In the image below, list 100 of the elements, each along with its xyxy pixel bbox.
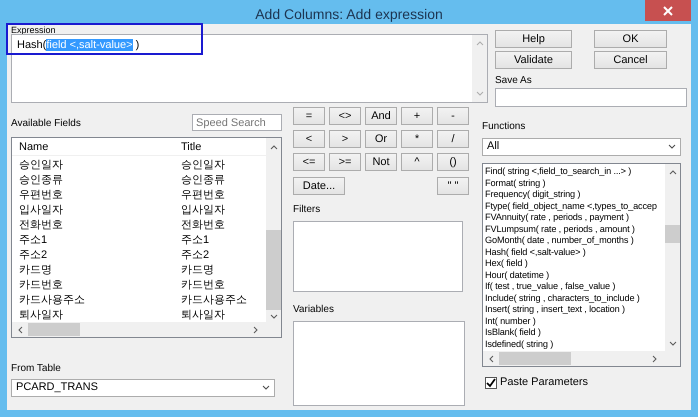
checkmark-icon bbox=[486, 378, 496, 388]
operator-button[interactable]: = bbox=[293, 107, 325, 125]
operator-button[interactable]: + bbox=[401, 107, 433, 125]
operator-button[interactable]: / bbox=[437, 130, 469, 148]
scrollbar-thumb[interactable] bbox=[28, 323, 80, 336]
operator-button[interactable]: * bbox=[401, 130, 433, 148]
up-chevron-icon bbox=[668, 169, 676, 175]
table-cell-text: 주소2 bbox=[18, 248, 48, 263]
dialog-button[interactable]: OK bbox=[594, 30, 667, 48]
scrollbar-thumb[interactable] bbox=[266, 230, 281, 310]
close-button[interactable] bbox=[645, 0, 691, 21]
function-item[interactable]: Ftype( field_object_name <,types_to_accep bbox=[485, 200, 657, 212]
operator-button[interactable]: >= bbox=[329, 153, 361, 171]
table-cell-text: 주소2 bbox=[180, 248, 210, 263]
operator-button[interactable]: < bbox=[293, 130, 325, 148]
functions-label: Functions bbox=[482, 121, 526, 133]
expression-editor[interactable]: Hash(field <,salt-value> ) bbox=[11, 34, 488, 103]
scrollbar-thumb[interactable] bbox=[499, 352, 571, 365]
function-item[interactable]: Hash( field <,salt-value> ) bbox=[485, 246, 586, 258]
table-cell-text: 우편번호 bbox=[18, 188, 64, 203]
vertical-scrollbar[interactable] bbox=[266, 138, 281, 322]
operator-button[interactable]: () bbox=[437, 153, 469, 171]
dialog-button[interactable]: Help bbox=[495, 30, 572, 48]
expression-label: Expression bbox=[11, 26, 57, 34]
function-item[interactable]: Format( string ) bbox=[485, 178, 546, 189]
operator-button[interactable]: - bbox=[437, 107, 469, 125]
left-chevron-icon bbox=[488, 354, 494, 362]
operator-button[interactable]: Or bbox=[365, 130, 397, 148]
operator-button[interactable]: And bbox=[365, 107, 397, 125]
down-chevron-icon bbox=[262, 385, 270, 391]
function-item[interactable]: FVAnnuity( rate , periods , payment ) bbox=[485, 212, 629, 224]
checkbox[interactable] bbox=[485, 376, 497, 389]
save-as-label: Save As bbox=[495, 75, 533, 87]
function-item[interactable]: Frequency( digit_string ) bbox=[485, 189, 580, 200]
available-fields-label: Available Fields bbox=[11, 117, 81, 130]
left-chevron-icon bbox=[17, 326, 23, 334]
operator-button[interactable]: <= bbox=[293, 153, 325, 171]
table-cell-text: 카드번호 bbox=[180, 278, 225, 293]
vertical-scrollbar[interactable] bbox=[472, 35, 487, 102]
variables-box[interactable] bbox=[293, 321, 465, 406]
table-cell-text: 승인일자 bbox=[180, 158, 225, 173]
operator-button[interactable]: <> bbox=[329, 107, 361, 125]
function-item[interactable]: FVLumpsum( rate , periods , amount ) bbox=[485, 224, 635, 235]
function-item[interactable]: GoMonth( date , number_of_months ) bbox=[485, 235, 634, 246]
function-item[interactable]: Include( string , characters_to_include ) bbox=[485, 292, 640, 304]
table-cell-text: 카드명 bbox=[18, 263, 53, 278]
horizontal-scrollbar[interactable] bbox=[483, 351, 680, 366]
window-title: Add Columns: Add expression bbox=[254, 5, 444, 23]
down-chevron-icon bbox=[476, 91, 484, 97]
table-cell-text: 승인종류 bbox=[180, 173, 225, 188]
horizontal-scrollbar[interactable] bbox=[12, 322, 281, 337]
paste-parameters-label: Paste Parameters bbox=[500, 376, 588, 390]
down-chevron-icon bbox=[668, 144, 676, 150]
variables-label: Variables bbox=[293, 304, 335, 316]
function-item[interactable]: Hour( datetime ) bbox=[485, 270, 549, 281]
quote-button[interactable]: " " bbox=[437, 177, 469, 195]
up-chevron-icon bbox=[270, 144, 278, 150]
dropdown-value: All bbox=[487, 140, 500, 154]
down-chevron-icon bbox=[668, 341, 676, 347]
table-cell-text: 승인종류 bbox=[18, 173, 64, 188]
filters-label: Filters bbox=[293, 204, 322, 216]
expression-text: Hash(field <,salt-value> ) bbox=[17, 39, 140, 51]
table-cell-text: 카드사용주소 bbox=[18, 293, 86, 308]
operator-button[interactable]: > bbox=[329, 130, 361, 148]
function-item[interactable]: Int( number ) bbox=[485, 316, 536, 327]
dialog-button[interactable]: Cancel bbox=[594, 51, 667, 69]
fields-list[interactable]: Name Title 승인일자 승인일자 승인종류 승인종류 우편번호 우편번호 입사일자 입사일자 전화번호 전화번호 주소1 주소1 주소2 주소2 카드명 카드명 카드번호 카드번호 카드사용주소 카드사용주소 퇴사일자 퇴사일자 bbox=[11, 137, 282, 338]
dropdown-value: PCARD_TRANS bbox=[16, 381, 98, 395]
from-table-label: From Table bbox=[11, 363, 62, 375]
function-item[interactable]: Hex( field ) bbox=[485, 258, 528, 270]
operator-button[interactable]: ^ bbox=[401, 153, 433, 171]
table-cell-text: 입사일자 bbox=[18, 203, 64, 218]
scrollbar-thumb[interactable] bbox=[665, 225, 680, 243]
table-cell-text: 주소1 bbox=[180, 233, 210, 248]
function-item[interactable]: If( test , true_value , false_value ) bbox=[485, 281, 616, 292]
table-cell-text: 우편번호 bbox=[180, 188, 225, 203]
table-cell-text: 퇴사일자 bbox=[18, 308, 64, 322]
operator-button[interactable]: Not bbox=[365, 153, 397, 171]
table-cell-text: 전화번호 bbox=[18, 218, 64, 233]
filters-box[interactable] bbox=[293, 221, 463, 292]
down-chevron-icon bbox=[270, 314, 278, 320]
search-field[interactable]: Speed Search bbox=[192, 114, 282, 131]
table-cell-text: 카드사용주소 bbox=[180, 293, 247, 308]
category-dropdown[interactable]: All bbox=[482, 138, 681, 156]
dialog-button[interactable]: Validate bbox=[495, 51, 572, 69]
column-header: Title bbox=[180, 140, 202, 155]
functions-list[interactable] bbox=[482, 163, 681, 367]
save-as-field[interactable] bbox=[495, 88, 687, 107]
function-item[interactable]: IsBlank( field ) bbox=[485, 327, 541, 338]
date-button[interactable]: Date... bbox=[293, 177, 345, 195]
close-icon bbox=[663, 6, 673, 16]
table-cell-text: 승인일자 bbox=[18, 158, 64, 173]
function-item[interactable]: Insert( string , insert_text , location ) bbox=[485, 304, 625, 316]
vertical-scrollbar[interactable] bbox=[665, 164, 680, 351]
column-header: Name bbox=[18, 140, 50, 155]
right-chevron-icon bbox=[652, 354, 658, 362]
function-item[interactable]: Find( string <,field_to_search_in ...> ) bbox=[485, 166, 632, 178]
table-dropdown[interactable]: PCARD_TRANS bbox=[11, 379, 275, 397]
function-item[interactable]: Isdefined( string ) bbox=[485, 338, 554, 350]
table-cell-text: 입사일자 bbox=[180, 203, 225, 218]
